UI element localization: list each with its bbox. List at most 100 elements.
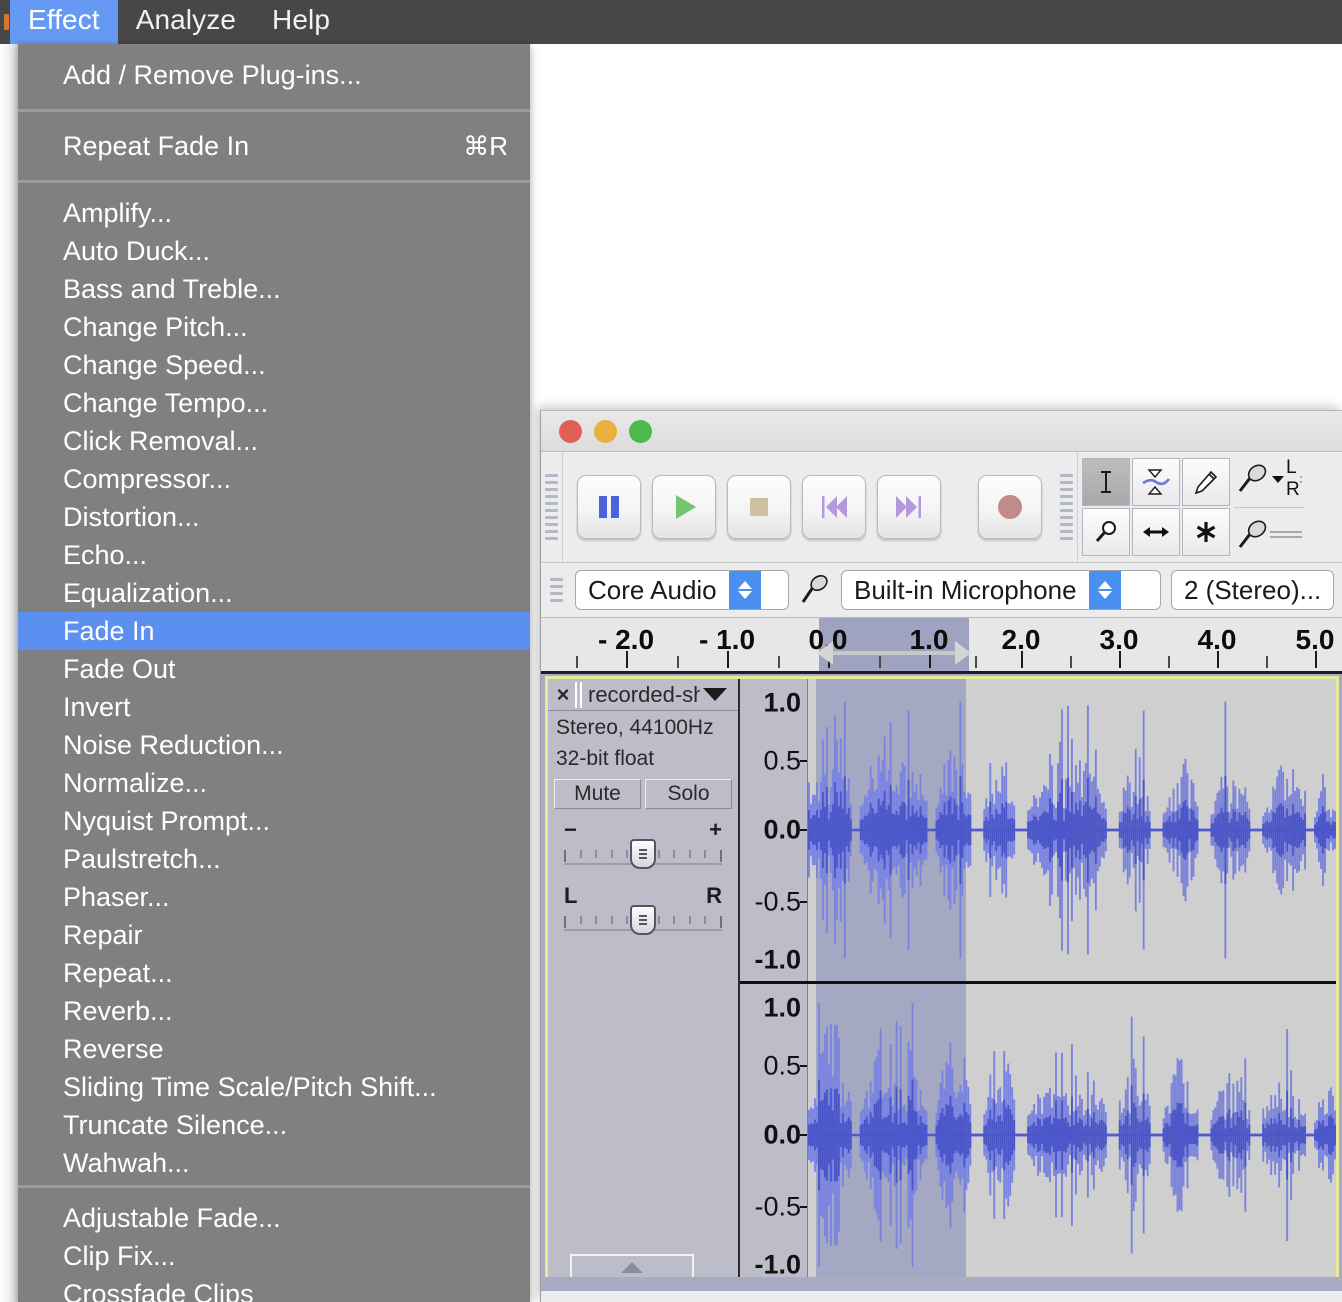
minimize-window-button[interactable] — [594, 420, 617, 443]
recording-channels-stepper[interactable] — [1333, 571, 1334, 609]
menu-item-noise-reduction[interactable]: Noise Reduction... — [18, 726, 530, 764]
menu-item-label: Repair — [63, 920, 143, 950]
gain-minus-label: − — [564, 821, 577, 839]
pause-button[interactable] — [577, 475, 641, 539]
menu-item-label: Paulstretch... — [63, 844, 221, 874]
ruler-tick-major — [1119, 651, 1121, 668]
close-window-button[interactable] — [559, 420, 582, 443]
multi-tool[interactable] — [1182, 508, 1230, 556]
menubar-item-help[interactable]: Help — [254, 0, 348, 46]
time-shift-tool[interactable] — [1132, 508, 1180, 556]
selection-tool[interactable] — [1082, 458, 1130, 506]
skip-to-start-button[interactable] — [802, 475, 866, 539]
ruler-tick-major — [727, 651, 729, 668]
timeline-ruler[interactable]: - 2.0- 1.00.01.02.03.04.05.0 — [541, 618, 1342, 674]
recording-device-select[interactable]: Built-in Microphone — [841, 570, 1161, 610]
menu-item-amplify[interactable]: Amplify... — [18, 194, 530, 232]
stop-button[interactable] — [727, 475, 791, 539]
menu-item-label: Invert — [63, 692, 131, 722]
selection-start-handle[interactable] — [817, 641, 833, 665]
menu-item-label: Change Tempo... — [63, 388, 268, 418]
menu-item-fade-in[interactable]: Fade In — [18, 612, 530, 650]
pan-slider[interactable] — [564, 909, 722, 931]
menu-item-repair[interactable]: Repair — [18, 916, 530, 954]
selection-drag-bar[interactable] — [829, 651, 959, 655]
menu-item-wahwah[interactable]: Wahwah... — [18, 1144, 530, 1182]
audio-track: × recorded-sh Stereo, 44100Hz 32-bit flo… — [545, 676, 1339, 1289]
menu-item-bass-and-treble[interactable]: Bass and Treble... — [18, 270, 530, 308]
menu-item-change-pitch[interactable]: Change Pitch... — [18, 308, 530, 346]
menu-item-label: Equalization... — [63, 578, 233, 608]
menu-item-reverse[interactable]: Reverse — [18, 1030, 530, 1068]
menu-item-nyquist-prompt[interactable]: Nyquist Prompt... — [18, 802, 530, 840]
selection-end-handle[interactable] — [955, 641, 971, 665]
record-meter-toolbar[interactable]: L R — [1234, 452, 1304, 508]
waveform-graphic — [808, 984, 1336, 1286]
gain-slider[interactable] — [564, 843, 722, 865]
menu-item-repeat-fade-in[interactable]: Repeat Fade In⌘R — [18, 115, 530, 177]
audio-host-select[interactable]: Core Audio — [575, 570, 789, 610]
menu-item-change-speed[interactable]: Change Speed... — [18, 346, 530, 384]
ruler-tick-major — [626, 651, 628, 668]
menu-item-paulstretch[interactable]: Paulstretch... — [18, 840, 530, 878]
tools-toolbar-grip[interactable] — [1056, 452, 1078, 562]
play-meter-toolbar[interactable] — [1234, 508, 1304, 563]
menu-item-repeat[interactable]: Repeat... — [18, 954, 530, 992]
record-meter-right-label: R — [1286, 480, 1300, 500]
play-button[interactable] — [652, 475, 716, 539]
audio-host-stepper[interactable] — [729, 571, 761, 609]
menu-item-label: Reverb... — [63, 996, 173, 1026]
solo-button[interactable]: Solo — [645, 779, 732, 809]
menu-item-normalize[interactable]: Normalize... — [18, 764, 530, 802]
draw-tool[interactable] — [1182, 458, 1230, 506]
transport-toolbar-grip[interactable] — [541, 452, 563, 562]
menu-item-change-tempo[interactable]: Change Tempo... — [18, 384, 530, 422]
menu-item-clip-fix[interactable]: Clip Fix... — [18, 1237, 530, 1275]
pan-slider-thumb[interactable] — [630, 905, 656, 935]
record-button[interactable] — [978, 475, 1042, 539]
ruler-tick-minor — [1070, 656, 1072, 668]
vertical-ruler-tick — [800, 829, 807, 831]
menubar-item-effect[interactable]: Effect — [10, 0, 118, 46]
menu-item-click-removal[interactable]: Click Removal... — [18, 422, 530, 460]
recording-device-stepper[interactable] — [1089, 571, 1121, 609]
zoom-tool[interactable] — [1082, 508, 1130, 556]
channel-right: 1.00.50.0-0.5-1.0 — [740, 984, 1336, 1286]
menu-item-sliding-time-scale-pitch-shift[interactable]: Sliding Time Scale/Pitch Shift... — [18, 1068, 530, 1106]
envelope-tool[interactable] — [1132, 458, 1180, 506]
dropdown-left-shadow — [0, 44, 18, 1302]
menu-item-fade-out[interactable]: Fade Out — [18, 650, 530, 688]
menu-item-label: Sliding Time Scale/Pitch Shift... — [63, 1072, 437, 1102]
menu-item-echo[interactable]: Echo... — [18, 536, 530, 574]
close-track-button[interactable]: × — [551, 682, 577, 708]
gain-slider-thumb[interactable] — [630, 839, 656, 869]
menu-item-add-remove-plug-ins[interactable]: Add / Remove Plug-ins... — [18, 44, 530, 106]
menu-item-auto-duck[interactable]: Auto Duck... — [18, 232, 530, 270]
waveform-graphic — [808, 679, 1336, 981]
menu-item-reverb[interactable]: Reverb... — [18, 992, 530, 1030]
ruler-tick-minor — [1266, 656, 1268, 668]
menu-item-equalization[interactable]: Equalization... — [18, 574, 530, 612]
skip-to-end-button[interactable] — [877, 475, 941, 539]
mute-button[interactable]: Mute — [554, 779, 641, 809]
menubar-item-analyze[interactable]: Analyze — [118, 0, 254, 46]
menu-item-invert[interactable]: Invert — [18, 688, 530, 726]
track-menu-chevron-down-icon[interactable] — [703, 688, 727, 701]
ruler-tick-minor — [576, 656, 578, 668]
maximize-window-button[interactable] — [629, 420, 652, 443]
waveform-left[interactable] — [808, 679, 1336, 981]
menu-item-label: Crossfade Clips — [63, 1279, 254, 1302]
pan-left-label: L — [564, 887, 577, 905]
menu-item-distortion[interactable]: Distortion... — [18, 498, 530, 536]
device-toolbar-grip[interactable] — [547, 570, 565, 610]
menu-item-phaser[interactable]: Phaser... — [18, 878, 530, 916]
menu-item-crossfade-clips[interactable]: Crossfade Clips — [18, 1275, 530, 1302]
recording-channels-select[interactable]: 2 (Stereo)... — [1171, 570, 1334, 610]
menu-item-compressor[interactable]: Compressor... — [18, 460, 530, 498]
recording-channels-value: 2 (Stereo)... — [1172, 571, 1333, 609]
vertical-ruler-label: 0.5 — [763, 745, 801, 776]
menu-item-truncate-silence[interactable]: Truncate Silence... — [18, 1106, 530, 1144]
waveform-right[interactable] — [808, 984, 1336, 1286]
ruler-tick-minor — [1168, 656, 1170, 668]
menu-item-adjustable-fade[interactable]: Adjustable Fade... — [18, 1199, 530, 1237]
